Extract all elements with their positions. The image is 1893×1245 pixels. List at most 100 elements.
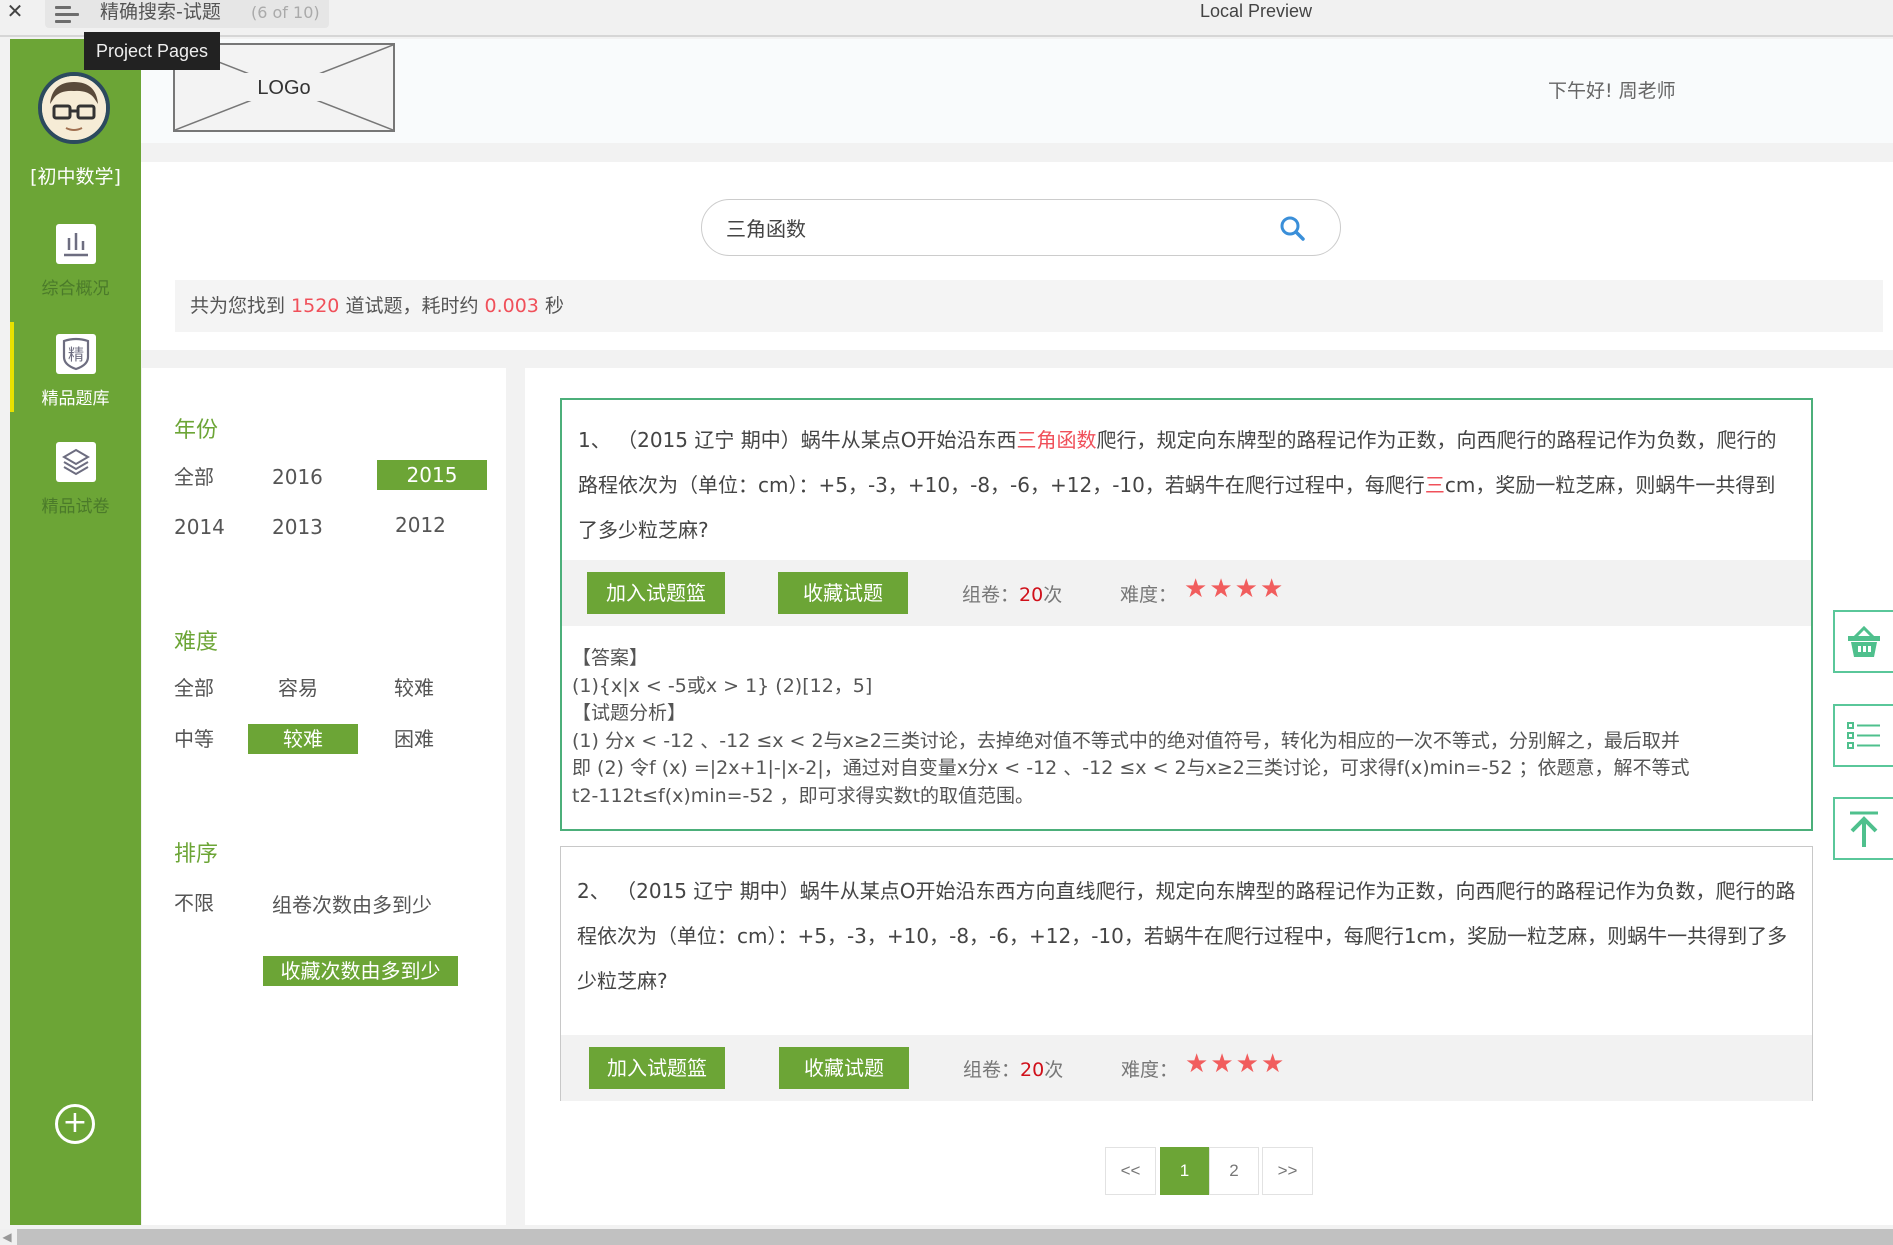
page-count: (6 of 10): [251, 3, 320, 22]
difficulty-label: 难度：: [1121, 1059, 1179, 1081]
search-icon[interactable]: [1278, 214, 1308, 244]
question-actions: 加入试题篮 收藏试题 组卷：20次 难度： ★★★★: [562, 560, 1811, 626]
difficulty-stars: ★★★★: [1184, 574, 1285, 604]
question-text-part: （2015 辽宁 期中）蜗牛从某点O开始沿东西方向直线爬行，规定向东牌型的路程记…: [577, 879, 1796, 993]
add-icon[interactable]: +: [55, 1104, 95, 1144]
question-card[interactable]: 1、 （2015 辽宁 期中）蜗牛从某点O开始沿东西三角函数爬行，规定向东牌型的…: [560, 398, 1813, 831]
question-text-part: （2015 辽宁 期中）蜗牛从某点O开始沿东西: [617, 428, 1017, 452]
sidebar-item-overview[interactable]: 综合概况: [10, 224, 141, 324]
scrollbar-thumb[interactable]: [17, 1229, 1893, 1245]
filter-difficulty-medium[interactable]: 中等: [174, 724, 214, 754]
list-icon: [1847, 721, 1880, 749]
results-summary: 共为您找到 1520 道试题，耗时约 0.003 秒: [175, 280, 1883, 332]
logo-text: LOGo: [257, 77, 311, 99]
filter-difficulty-harder-selected[interactable]: 较难: [248, 724, 358, 754]
sort-by-usage[interactable]: 组卷次数由多到少: [272, 890, 432, 920]
usage-unit: 次: [1044, 1059, 1064, 1081]
filter-difficulty-all[interactable]: 全部: [174, 673, 214, 703]
favorite-button[interactable]: 收藏试题: [779, 1047, 909, 1089]
question-list: 1、 （2015 辽宁 期中）蜗牛从某点O开始沿东西三角函数爬行，规定向东牌型的…: [525, 368, 1893, 1225]
list-button[interactable]: [1833, 704, 1893, 767]
sort-by-favorites[interactable]: 收藏次数由多到少: [263, 956, 458, 986]
add-to-basket-button[interactable]: 加入试题篮: [589, 1047, 725, 1089]
search-section: 共为您找到 1520 道试题，耗时约 0.003 秒: [141, 162, 1893, 350]
filter-year-2012[interactable]: 2012: [395, 510, 446, 540]
sidebar-item-label: 综合概况: [41, 279, 110, 299]
star-icon: ★: [1235, 1049, 1261, 1079]
back-to-top-button[interactable]: [1833, 797, 1893, 860]
sort-none[interactable]: 不限: [174, 888, 214, 918]
search-box: [701, 199, 1341, 256]
usage-value: 20: [1019, 584, 1044, 606]
menu-icon[interactable]: [55, 6, 79, 23]
filter-year-all[interactable]: 全部: [174, 462, 214, 492]
sidebar-item-label: 精品题库: [41, 389, 110, 409]
star-icon: ★: [1210, 1049, 1236, 1079]
filter-year-2015[interactable]: 2015: [377, 460, 487, 490]
question-text: 2、 （2015 辽宁 期中）蜗牛从某点O开始沿东西方向直线爬行，规定向东牌型的…: [561, 847, 1812, 1004]
favorite-button[interactable]: 收藏试题: [778, 572, 908, 614]
question-number: 2、: [577, 879, 610, 903]
question-card[interactable]: 2、 （2015 辽宁 期中）蜗牛从某点O开始沿东西方向直线爬行，规定向东牌型的…: [560, 846, 1813, 1101]
basket-button[interactable]: [1833, 610, 1893, 673]
filter-title-sort: 排序: [174, 842, 219, 867]
scroll-left-arrow-icon[interactable]: ◀: [0, 1229, 14, 1245]
back-to-top-icon: [1850, 811, 1878, 847]
question-text: 1、 （2015 辽宁 期中）蜗牛从某点O开始沿东西三角函数爬行，规定向东牌型的…: [562, 400, 1811, 553]
title-bar: ✕ 精确搜索-试题 (6 of 10) Local Preview: [0, 0, 1893, 37]
page-selector[interactable]: 精确搜索-试题 (6 of 10): [45, 0, 329, 28]
filter-difficulty-harder[interactable]: 较难: [394, 673, 434, 703]
star-icon: ★: [1260, 1049, 1287, 1079]
star-icon: ★: [1234, 574, 1260, 604]
star-icon: ★: [1209, 574, 1235, 604]
filter-title-year: 年份: [174, 418, 219, 443]
basket-icon: [1848, 625, 1880, 657]
question-number: 1、: [578, 428, 611, 452]
layers-icon: [55, 442, 96, 482]
horizontal-scrollbar[interactable]: ◀: [0, 1229, 1893, 1245]
analysis-title: 【试题分析】: [572, 702, 687, 724]
page-2-button[interactable]: 2: [1209, 1147, 1259, 1195]
usage-label: 组卷：: [962, 584, 1020, 606]
sidebar-item-label: 精品试卷: [41, 497, 110, 517]
analysis-line: (1) 分x < -12 、-12 ≤x < 2与x≥2三类讨论，去掉绝对值不等…: [572, 729, 1680, 752]
avatar-face-icon: [42, 76, 106, 140]
sidebar: [初中数学] 综合概况 精 精品题库 精品试卷 +: [10, 39, 141, 1225]
answer-title: 【答案】: [572, 647, 649, 669]
results-time: 0.003: [484, 295, 539, 317]
filter-difficulty-hard[interactable]: 困难: [394, 724, 434, 754]
results-mid: 道试题，耗时约: [339, 295, 485, 317]
avatar[interactable]: [38, 72, 110, 144]
results-suffix: 秒: [538, 295, 564, 317]
prev-page-button[interactable]: <<: [1105, 1147, 1156, 1195]
next-page-button[interactable]: >>: [1262, 1147, 1313, 1195]
answer-section: 【答案】 (1){x|x < -5或x > 1} (2)[12，5] 【试题分析…: [572, 645, 1802, 810]
filter-difficulty-easy[interactable]: 容易: [278, 673, 318, 703]
filter-year-2016[interactable]: 2016: [272, 462, 323, 492]
star-icon: ★: [1185, 1049, 1211, 1079]
sidebar-item-exam-papers[interactable]: 精品试卷: [10, 442, 141, 542]
search-highlight: 三角函数: [1016, 428, 1097, 452]
analysis-line: 即 (2) 令f (x) =|2x+1|-|x-2|，通过对自变量x分x < -…: [572, 757, 1690, 779]
greeting: 下午好! 周老师: [1548, 80, 1676, 102]
results-count: 1520: [291, 295, 340, 317]
filter-panel: 年份 全部 2016 2015 2014 2013 2012 难度 全部 容易 …: [142, 368, 506, 1225]
search-input[interactable]: [726, 200, 1266, 255]
filter-year-2013[interactable]: 2013: [272, 512, 323, 542]
search-highlight: 三: [1424, 473, 1445, 497]
usage-value: 20: [1020, 1059, 1045, 1081]
sidebar-item-question-bank[interactable]: 精 精品题库: [10, 322, 141, 434]
subject-label: [初中数学]: [30, 166, 121, 188]
close-button[interactable]: ✕: [4, 1, 26, 23]
page-1-button[interactable]: 1: [1160, 1147, 1209, 1195]
question-actions: 加入试题篮 收藏试题 组卷：20次 难度： ★★★★: [561, 1035, 1812, 1101]
bar-chart-icon: [55, 224, 96, 264]
difficulty-stars: ★★★★: [1185, 1049, 1286, 1079]
add-to-basket-button[interactable]: 加入试题篮: [587, 572, 725, 614]
answer-text: (1){x|x < -5或x > 1} (2)[12，5]: [572, 674, 873, 697]
page-name: 精确搜索-试题: [100, 1, 221, 23]
badge-jing-icon: 精: [55, 334, 96, 374]
window-title: Local Preview: [1200, 1, 1313, 21]
svg-text:精: 精: [67, 345, 83, 364]
filter-year-2014[interactable]: 2014: [174, 512, 225, 542]
